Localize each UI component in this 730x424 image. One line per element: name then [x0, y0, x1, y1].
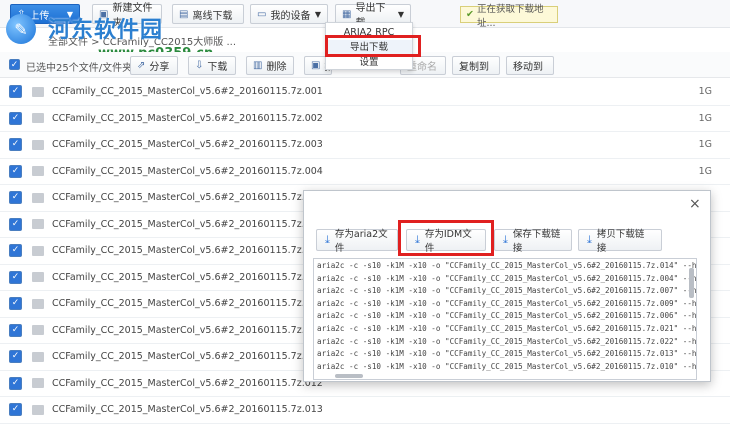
command-line: aria2c -c -s10 -k1M -x10 -o "CCFamily_CC… — [317, 286, 696, 296]
row-checkbox[interactable]: ✓ — [9, 270, 22, 284]
chevron-down-icon[interactable]: ▼ — [398, 10, 404, 19]
trash-icon: ▥ — [253, 60, 263, 71]
share-button[interactable]: ⇗ 分享 — [130, 56, 178, 75]
row-checkbox[interactable]: ✓ — [9, 297, 22, 311]
file-size: 1G — [698, 165, 712, 177]
file-icon — [32, 245, 44, 256]
file-name[interactable]: CCFamily_CC_2015_MasterCol_v5.6#2_201601… — [52, 113, 323, 124]
vertical-scrollbar[interactable] — [689, 268, 694, 298]
offline-download-button[interactable]: ▤ 离线下载 — [172, 4, 244, 24]
file-icon — [32, 219, 44, 230]
command-line: aria2c -c -s10 -k1M -x10 -o "CCFamily_CC… — [317, 349, 697, 359]
command-line: aria2c -c -s10 -k1M -x10 -o "CCFamily_CC… — [317, 324, 697, 333]
file-size: 1G — [698, 139, 712, 151]
offline-download-icon: ▤ — [179, 8, 189, 20]
row-checkbox[interactable]: ✓ — [9, 376, 22, 390]
file-name[interactable]: CCFamily_CC_2015_MasterCol_v5.6#2_201601… — [52, 272, 323, 283]
download-icon: ⤓ — [587, 233, 592, 246]
row-checkbox[interactable]: ✓ — [9, 138, 22, 152]
file-icon — [32, 298, 44, 309]
push-icon: ▣ — [311, 60, 321, 71]
download-icon: ⇩ — [195, 60, 204, 71]
save-aria2-button[interactable]: ⤓ 存为aria2文件 — [316, 229, 398, 254]
select-all-checkbox[interactable]: ✓ — [9, 59, 20, 70]
row-checkbox[interactable]: ✓ — [9, 323, 22, 337]
file-icon — [32, 192, 44, 203]
table-row[interactable]: ✓ CCFamily_CC_2015_MasterCol_v5.6#2_20160… — [0, 106, 730, 132]
file-name[interactable]: CCFamily_CC_2015_MasterCol_v5.6#2_201601… — [52, 192, 323, 203]
export-icon: ▦ — [342, 8, 352, 20]
row-checkbox[interactable]: ✓ — [9, 85, 22, 99]
file-name[interactable]: CCFamily_CC_2015_MasterCol_v5.6#2_201601… — [52, 166, 323, 177]
menu-item-settings[interactable]: 设置 — [326, 55, 412, 70]
copy-to-button[interactable]: 复制到 — [452, 56, 500, 75]
row-checkbox[interactable]: ✓ — [9, 191, 22, 205]
table-row[interactable]: ✓ CCFamily_CC_2015_MasterCol_v5.6#2_20160… — [0, 132, 730, 159]
file-icon — [32, 378, 44, 389]
file-icon — [32, 113, 44, 124]
command-line: aria2c -c -s10 -k1M -x10 -o "CCFamily_CC… — [317, 273, 696, 283]
file-name[interactable]: CCFamily_CC_2015_MasterCol_v5.6#2_201601… — [52, 219, 323, 230]
file-icon — [32, 325, 44, 336]
row-checkbox[interactable]: ✓ — [9, 244, 22, 258]
table-row[interactable]: ✓ CCFamily_CC_2015_MasterCol_v5.6#2_20160… — [0, 159, 730, 185]
device-icon: ▭ — [257, 8, 267, 20]
download-icon: ⤓ — [503, 233, 508, 246]
file-size: 1G — [698, 86, 712, 98]
file-name[interactable]: CCFamily_CC_2015_MasterCol_v5.6#2_201601… — [52, 404, 323, 415]
row-checkbox[interactable]: ✓ — [9, 164, 22, 178]
command-line: aria2c -c -s10 -k1M -x10 -o "CCFamily_CC… — [317, 311, 697, 321]
command-line: aria2c -c -s10 -k1M -x10 -o "CCFamily_CC… — [317, 261, 697, 270]
download-icon: ⤓ — [325, 233, 330, 246]
highlight-box-export — [325, 35, 421, 57]
highlight-box-idm — [398, 220, 494, 256]
my-devices-button[interactable]: ▭ 我的设备 ▼ — [250, 4, 328, 24]
file-name[interactable]: CCFamily_CC_2015_MasterCol_v5.6#2_201601… — [52, 139, 323, 150]
file-icon — [32, 351, 44, 362]
file-icon — [32, 272, 44, 283]
share-icon: ⇗ — [137, 60, 146, 71]
delete-button[interactable]: ▥ 删除 — [246, 56, 294, 75]
row-checkbox[interactable]: ✓ — [9, 350, 22, 364]
command-textarea[interactable]: aria2c -c -s10 -k1M -x10 -o "CCFamily_CC… — [313, 258, 697, 380]
command-line: aria2c -c -s10 -k1M -x10 -o "CCFamily_CC… — [317, 298, 697, 308]
save-links-button[interactable]: ⤓ 保存下载链接 — [494, 229, 572, 254]
move-to-button[interactable]: 移动到 — [506, 56, 554, 75]
file-name[interactable]: CCFamily_CC_2015_MasterCol_v5.6#2_201601… — [52, 325, 323, 336]
table-row[interactable]: ✓ CCFamily_CC_2015_MasterCol_v5.6#2_20160… — [0, 79, 730, 106]
file-icon — [32, 166, 44, 177]
download-button[interactable]: ⇩ 下载 — [188, 56, 236, 75]
row-checkbox[interactable]: ✓ — [9, 217, 22, 231]
file-name[interactable]: CCFamily_CC_2015_MasterCol_v5.6#2_201601… — [52, 378, 323, 389]
watermark-logo-icon: ✎ — [6, 14, 36, 44]
row-checkbox[interactable]: ✓ — [9, 403, 22, 417]
file-icon — [32, 404, 44, 415]
command-line: aria2c -c -s10 -k1M -x10 -o "CCFamily_CC… — [317, 361, 697, 371]
file-icon — [32, 139, 44, 150]
command-line: aria2c -c -s10 -k1M -x10 -o "CCFamily_CC… — [317, 336, 697, 346]
watermark-title: 河东软件园 — [48, 17, 164, 43]
file-name[interactable]: CCFamily_CC_2015_MasterCol_v5.6#2_201601… — [52, 351, 323, 362]
copy-links-button[interactable]: ⤓ 拷贝下载链接 — [578, 229, 662, 254]
file-name[interactable]: CCFamily_CC_2015_MasterCol_v5.6#2_201601… — [52, 86, 323, 97]
chevron-down-icon: ▼ — [314, 9, 321, 19]
row-checkbox[interactable]: ✓ — [9, 111, 22, 125]
close-icon[interactable]: × — [689, 196, 701, 212]
export-download-button[interactable]: ▦ 导出下载 ▼ — [335, 3, 411, 29]
table-row[interactable]: ✓ CCFamily_CC_2015_MasterCol_v5.6#2_20160… — [0, 397, 730, 424]
horizontal-scrollbar[interactable] — [335, 374, 363, 378]
file-icon — [32, 86, 44, 97]
file-name[interactable]: CCFamily_CC_2015_MasterCol_v5.6#2_201601… — [52, 298, 323, 309]
check-icon: ✔ — [466, 9, 474, 20]
status-toast: ✔ 正在获取下载地址... — [460, 4, 558, 29]
file-size: 1G — [698, 112, 712, 124]
selection-summary: 已选中25个文件/文件夹 — [26, 63, 133, 74]
file-name[interactable]: CCFamily_CC_2015_MasterCol_v5.6#2_201601… — [52, 245, 323, 256]
